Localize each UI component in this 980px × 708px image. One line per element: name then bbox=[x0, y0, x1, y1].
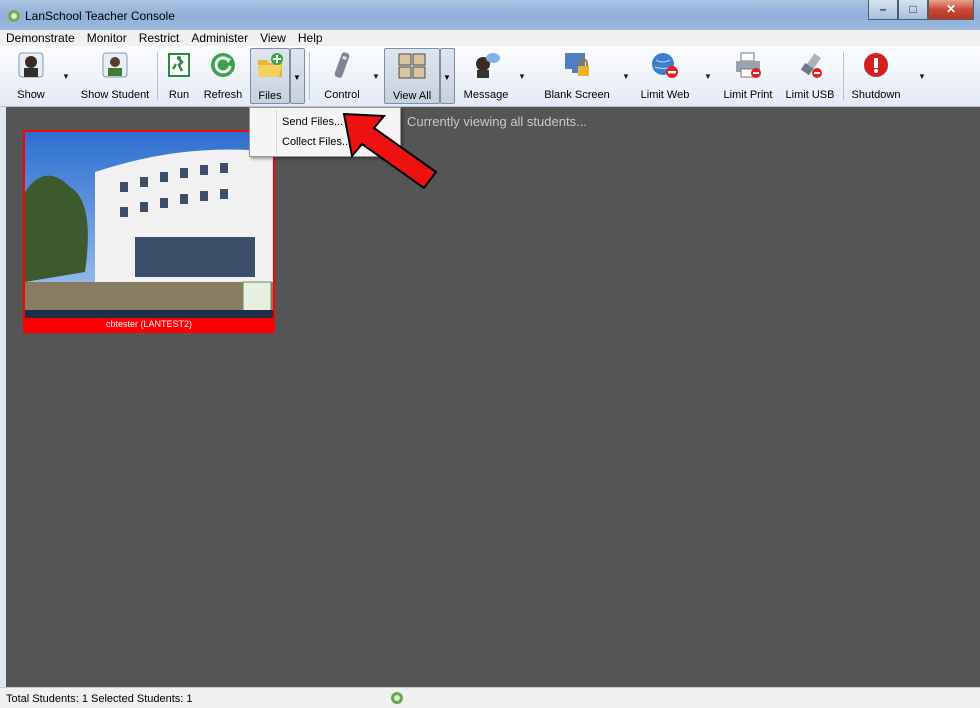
control-label: Control bbox=[324, 89, 360, 101]
limit-usb-label: Limit USB bbox=[785, 89, 835, 101]
blank-screen-dropdown-arrow-icon[interactable]: ▼ bbox=[622, 72, 630, 81]
shutdown-button[interactable]: Shutdown bbox=[848, 48, 904, 102]
remote-control-icon bbox=[334, 52, 350, 78]
limit-web-dropdown-arrow-icon[interactable]: ▼ bbox=[704, 72, 712, 81]
files-button[interactable]: Files bbox=[250, 48, 290, 104]
window-title: LanSchool Teacher Console bbox=[25, 9, 175, 23]
refresh-button[interactable]: Refresh bbox=[200, 48, 246, 102]
minimize-button[interactable]: – bbox=[868, 0, 898, 20]
run-label: Run bbox=[168, 89, 190, 101]
run-icon bbox=[168, 53, 190, 77]
limit-print-button[interactable]: Limit Print bbox=[718, 48, 778, 102]
close-icon: ✕ bbox=[945, 2, 957, 16]
student-count-status: Total Students: 1 Selected Students: 1 bbox=[6, 693, 193, 705]
view-all-button[interactable]: View All bbox=[384, 48, 440, 104]
blank-screen-lock-icon bbox=[565, 53, 589, 76]
usb-block-icon bbox=[800, 53, 822, 78]
view-all-dropdown-arrow-icon: ▼ bbox=[443, 73, 451, 82]
show-student-button[interactable]: Show Student bbox=[76, 48, 154, 102]
menu-demonstrate[interactable]: Demonstrate bbox=[0, 30, 81, 46]
limit-usb-button[interactable]: Limit USB bbox=[782, 48, 838, 102]
view-all-grid-icon bbox=[398, 53, 426, 79]
student-thumbnail[interactable]: cbtester (LANTEST2) bbox=[23, 130, 275, 333]
shutdown-icon bbox=[864, 53, 888, 77]
student-desktop-screenshot bbox=[25, 132, 273, 318]
toolbar-separator bbox=[843, 52, 844, 100]
menu-help[interactable]: Help bbox=[292, 30, 329, 46]
menu-restrict[interactable]: Restrict bbox=[133, 30, 186, 46]
minimize-icon: – bbox=[879, 2, 887, 16]
shutdown-label: Shutdown bbox=[851, 89, 901, 101]
toolbar: Show ▼ Show Student Run Refresh Files ▼ … bbox=[0, 46, 980, 107]
message-button[interactable]: Message bbox=[458, 48, 514, 102]
shutdown-dropdown-arrow-icon[interactable]: ▼ bbox=[918, 72, 926, 81]
limit-web-button[interactable]: Limit Web bbox=[636, 48, 694, 102]
lanschool-app-icon bbox=[8, 10, 20, 22]
folder-icon bbox=[258, 53, 283, 77]
app-window: LanSchool Teacher Console – □ ✕ Demonstr… bbox=[0, 0, 980, 708]
files-dropdown-button[interactable]: ▼ bbox=[290, 48, 305, 104]
view-all-label: View All bbox=[392, 90, 432, 102]
blank-screen-label: Blank Screen bbox=[544, 89, 610, 101]
refresh-label: Refresh bbox=[203, 89, 243, 101]
blank-screen-button[interactable]: Blank Screen bbox=[540, 48, 614, 102]
limit-print-label: Limit Print bbox=[723, 89, 773, 101]
files-dropdown-arrow-icon: ▼ bbox=[293, 73, 301, 82]
show-dropdown-arrow-icon[interactable]: ▼ bbox=[62, 72, 70, 81]
menu-bar: Demonstrate Monitor Restrict Administer … bbox=[0, 30, 980, 46]
status-bar: Total Students: 1 Selected Students: 1 bbox=[0, 687, 980, 708]
maximize-button[interactable]: □ bbox=[898, 0, 928, 20]
files-label: Files bbox=[258, 90, 282, 102]
printer-block-icon bbox=[736, 52, 761, 78]
menu-item-send-files[interactable]: Send Files... bbox=[282, 116, 343, 128]
close-button[interactable]: ✕ bbox=[928, 0, 974, 20]
control-button[interactable]: Control bbox=[315, 48, 369, 102]
message-label: Message bbox=[463, 89, 509, 101]
control-dropdown-arrow-icon[interactable]: ▼ bbox=[372, 72, 380, 81]
limit-web-label: Limit Web bbox=[640, 89, 690, 101]
toolbar-separator bbox=[157, 52, 158, 100]
red-pointer-arrow-icon bbox=[342, 112, 438, 190]
view-all-dropdown-button[interactable]: ▼ bbox=[440, 48, 455, 104]
menu-administer[interactable]: Administer bbox=[185, 30, 254, 46]
student-name-label: cbtester (LANTEST2) bbox=[105, 319, 193, 329]
menu-view[interactable]: View bbox=[254, 30, 292, 46]
toolbar-separator bbox=[309, 52, 310, 100]
sync-icon bbox=[391, 692, 403, 704]
title-bar: LanSchool Teacher Console – □ ✕ bbox=[0, 0, 980, 30]
menu-monitor[interactable]: Monitor bbox=[81, 30, 133, 46]
teacher-icon bbox=[18, 52, 44, 78]
show-button[interactable]: Show bbox=[10, 48, 52, 102]
run-button[interactable]: Run bbox=[162, 48, 196, 102]
menu-gutter bbox=[276, 110, 277, 154]
globe-block-icon bbox=[652, 53, 678, 78]
student-icon bbox=[102, 52, 128, 78]
maximize-icon: □ bbox=[909, 2, 917, 16]
show-label: Show bbox=[17, 89, 45, 101]
refresh-icon bbox=[211, 53, 235, 77]
message-icon bbox=[476, 53, 500, 78]
show-student-label: Show Student bbox=[80, 89, 150, 101]
message-dropdown-arrow-icon[interactable]: ▼ bbox=[518, 72, 526, 81]
